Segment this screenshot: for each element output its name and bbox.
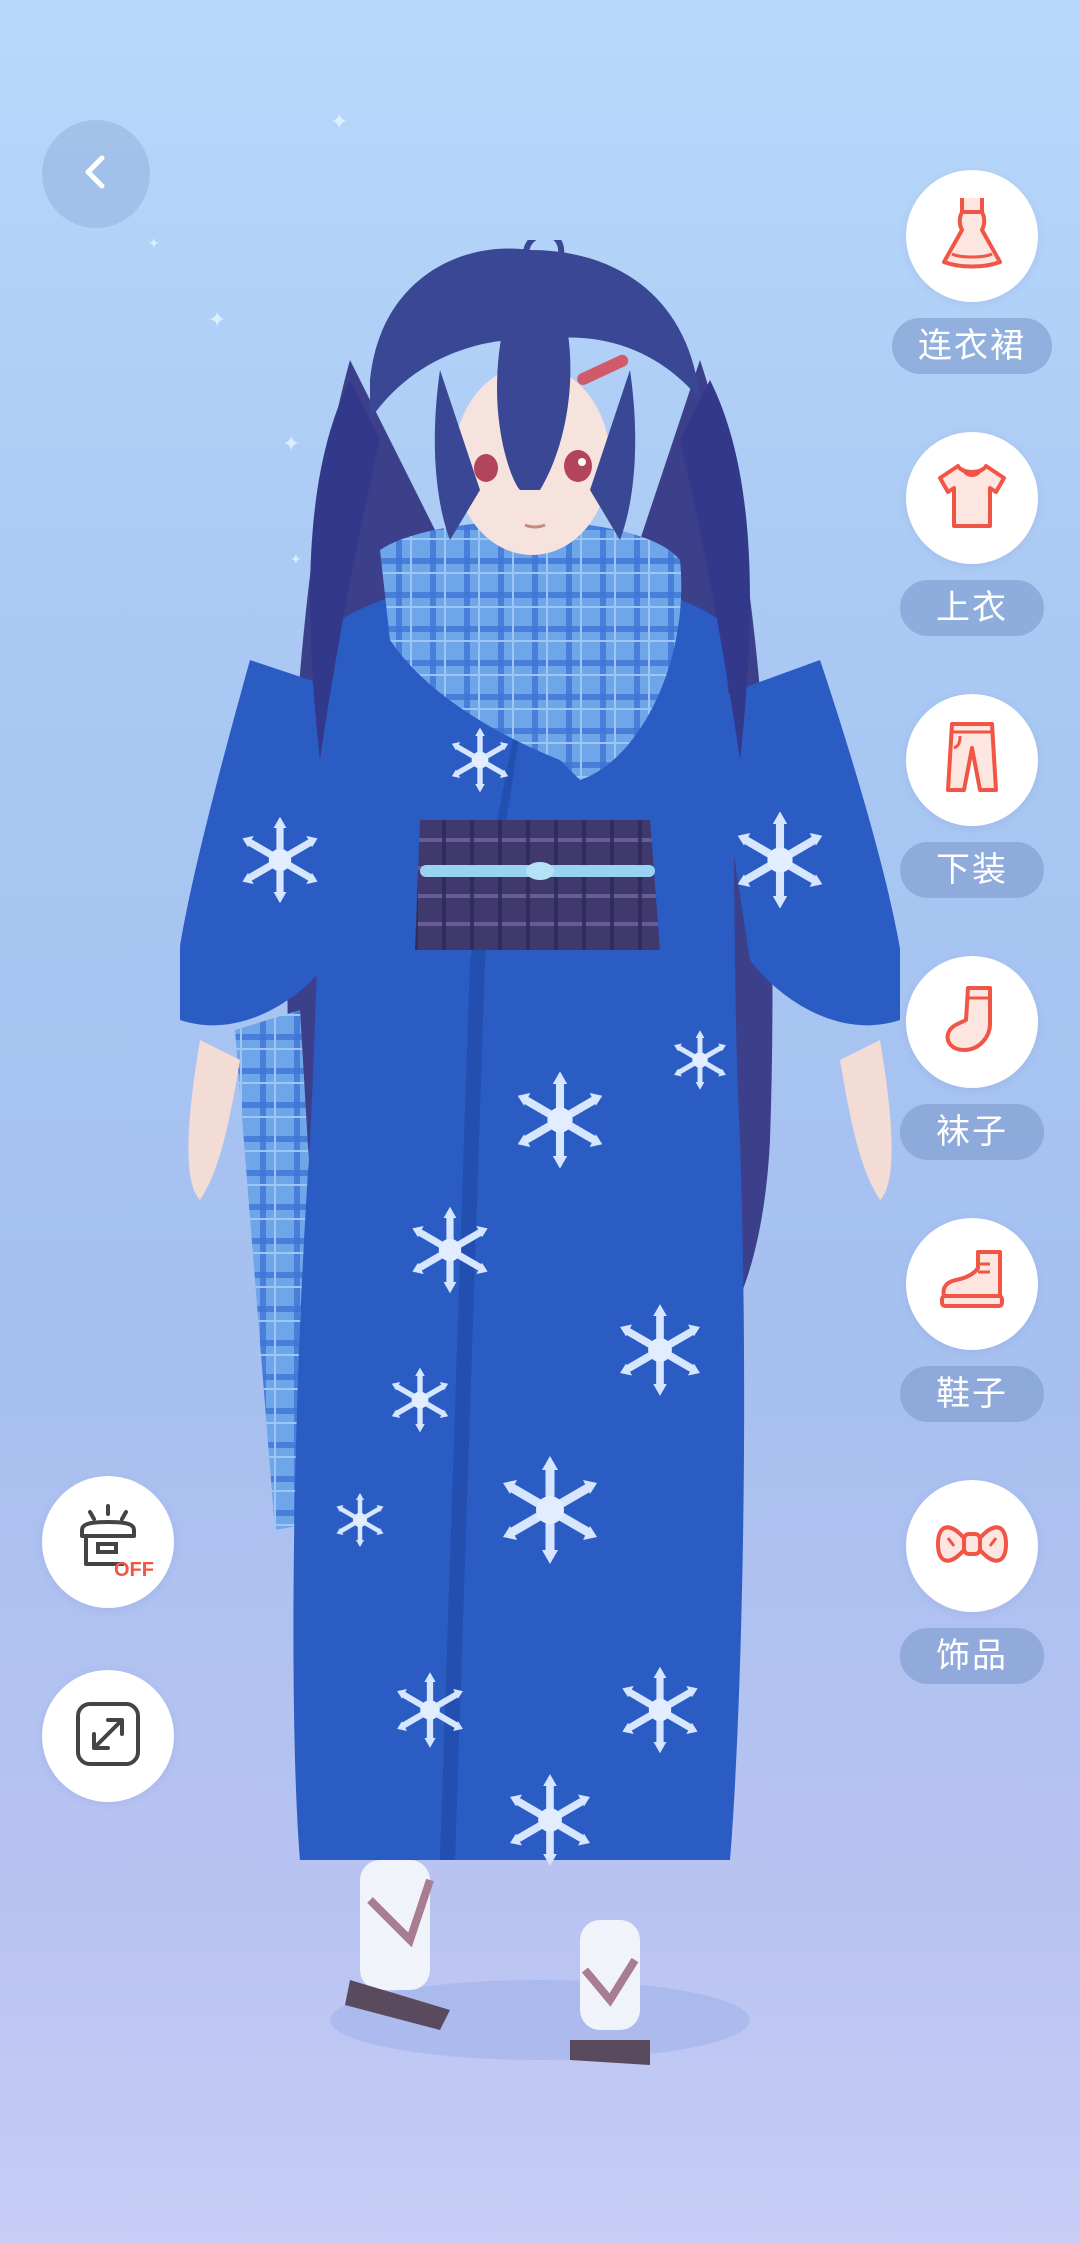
category-socks-button[interactable] xyxy=(906,956,1038,1088)
category-top-label: 上衣 xyxy=(900,580,1044,636)
category-bottoms-label: 下装 xyxy=(900,842,1044,898)
category-accessories-button[interactable] xyxy=(906,1480,1038,1612)
category-top-button[interactable] xyxy=(906,432,1038,564)
sparkle-decoration: ✦ xyxy=(330,110,349,135)
back-button[interactable] xyxy=(42,120,150,228)
category-bottoms[interactable]: 下装 xyxy=(888,694,1048,904)
category-socks[interactable]: 袜子 xyxy=(888,956,1048,1166)
category-dress[interactable]: 连衣裙 xyxy=(888,170,1052,380)
character-model[interactable] xyxy=(174,231,906,2100)
lamp-toggle-button[interactable]: OFF xyxy=(42,1476,174,1608)
category-shoes[interactable]: 鞋子 xyxy=(888,1218,1048,1428)
chevron-left-icon xyxy=(72,148,120,200)
shoe-icon xyxy=(930,1240,1014,1328)
category-dress-button[interactable] xyxy=(906,170,1038,302)
fullscreen-button[interactable] xyxy=(42,1670,174,1802)
expand-icon xyxy=(72,1698,144,1774)
category-accessories-label: 饰品 xyxy=(900,1628,1044,1684)
category-dress-label: 连衣裙 xyxy=(892,318,1052,374)
sparkle-decoration: ✦ xyxy=(148,236,160,252)
category-shoes-label: 鞋子 xyxy=(900,1366,1044,1422)
shirt-icon xyxy=(930,454,1014,542)
bow-icon xyxy=(930,1502,1014,1590)
sock-icon xyxy=(930,978,1014,1066)
category-top[interactable]: 上衣 xyxy=(888,432,1048,642)
category-shoes-button[interactable] xyxy=(906,1218,1038,1350)
category-socks-label: 袜子 xyxy=(900,1104,1044,1160)
category-accessories[interactable]: 饰品 xyxy=(888,1480,1048,1690)
category-bottoms-button[interactable] xyxy=(906,694,1038,826)
dress-icon xyxy=(930,192,1014,280)
off-badge: OFF xyxy=(114,1559,154,1581)
pants-icon xyxy=(930,716,1014,804)
